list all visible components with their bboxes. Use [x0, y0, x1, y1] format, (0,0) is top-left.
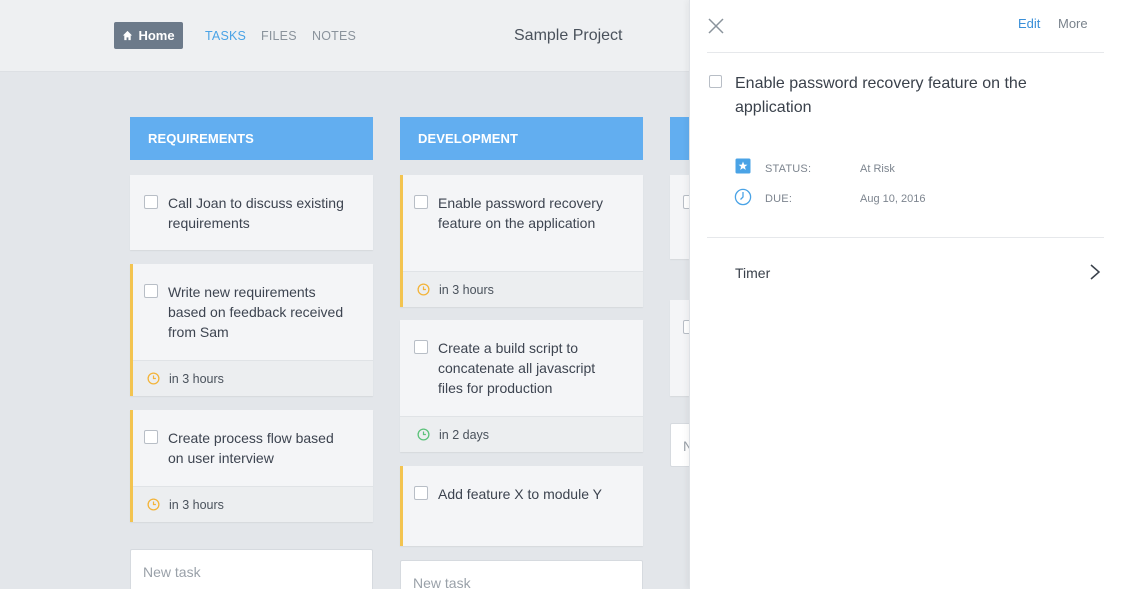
task-checkbox[interactable]: [144, 195, 158, 209]
task-card[interactable]: Create process flow based on user interv…: [130, 410, 373, 522]
task-text: Create process flow based on user interv…: [168, 430, 334, 466]
task-card[interactable]: [670, 175, 689, 259]
due-text: in 2 days: [439, 427, 490, 442]
task-checkbox[interactable]: [414, 486, 428, 500]
task-due: in 3 hours: [403, 271, 643, 307]
due-value[interactable]: Aug 10, 2016: [860, 193, 925, 205]
due-label: DUE:: [765, 193, 793, 205]
column-header: DEVELOPMENT: [400, 117, 643, 160]
column-development: DEVELOPMENT: [400, 117, 643, 160]
status-value[interactable]: At Risk: [860, 163, 895, 175]
close-icon[interactable]: [707, 17, 725, 35]
task-card[interactable]: Call Joan to discuss existing requiremen…: [130, 175, 373, 250]
task-text: Write new requirements based on feedback…: [168, 284, 344, 340]
task-due: in 2 days: [400, 416, 643, 452]
column-requirements: REQUIREMENTS: [130, 117, 373, 160]
status-label: STATUS:: [765, 163, 812, 175]
edit-button[interactable]: Edit: [1018, 16, 1040, 31]
task-card[interactable]: [670, 300, 689, 396]
task-text: Call Joan to discuss existing requiremen…: [168, 195, 344, 231]
task-checkbox[interactable]: [144, 284, 158, 298]
clock-icon: [417, 428, 430, 441]
chevron-right-icon: [1090, 264, 1101, 280]
clock-icon: [417, 283, 430, 296]
due-text: in 3 hours: [169, 371, 224, 386]
project-title: Sample Project: [514, 27, 623, 44]
task-due: in 3 hours: [133, 360, 373, 396]
more-button[interactable]: More: [1058, 16, 1088, 31]
task-card[interactable]: Enable password recovery feature on the …: [400, 175, 643, 307]
home-button[interactable]: Home: [114, 22, 183, 49]
task-checkbox[interactable]: [144, 430, 158, 444]
divider: [707, 237, 1104, 238]
new-task-input[interactable]: New task: [130, 549, 373, 589]
task-checkbox[interactable]: [414, 340, 428, 354]
task-card[interactable]: Add feature X to module Y: [400, 466, 643, 546]
task-card[interactable]: Create a build script to concatenate all…: [400, 320, 643, 452]
star-icon: [735, 158, 751, 174]
task-title: Enable password recovery feature on the …: [735, 75, 1027, 116]
tab-files[interactable]: FILES: [261, 29, 297, 43]
column-partial: [670, 117, 689, 160]
divider: [707, 52, 1104, 53]
task-text: Add feature X to module Y: [438, 486, 602, 502]
home-icon: [123, 30, 133, 41]
task-detail-panel: Edit More Enable password recovery featu…: [689, 0, 1121, 589]
column-header: [670, 117, 689, 160]
home-label: Home: [138, 28, 175, 43]
timer-row[interactable]: Timer: [690, 255, 1121, 289]
due-text: in 3 hours: [439, 282, 494, 297]
tab-tasks[interactable]: TASKS: [205, 29, 246, 43]
task-complete-checkbox[interactable]: [709, 75, 722, 88]
due-text: in 3 hours: [169, 497, 224, 512]
task-text: Enable password recovery feature on the …: [438, 195, 603, 231]
task-checkbox[interactable]: [414, 195, 428, 209]
timer-label: Timer: [735, 265, 771, 281]
clock-icon: [147, 372, 160, 385]
new-task-input[interactable]: New task: [400, 560, 643, 589]
task-text: Create a build script to concatenate all…: [438, 340, 596, 396]
column-header: REQUIREMENTS: [130, 117, 373, 160]
clock-icon: [147, 498, 160, 511]
clock-icon: [734, 188, 752, 206]
tab-notes[interactable]: NOTES: [312, 29, 356, 43]
task-due: in 3 hours: [133, 486, 373, 522]
task-card[interactable]: Write new requirements based on feedback…: [130, 264, 373, 396]
